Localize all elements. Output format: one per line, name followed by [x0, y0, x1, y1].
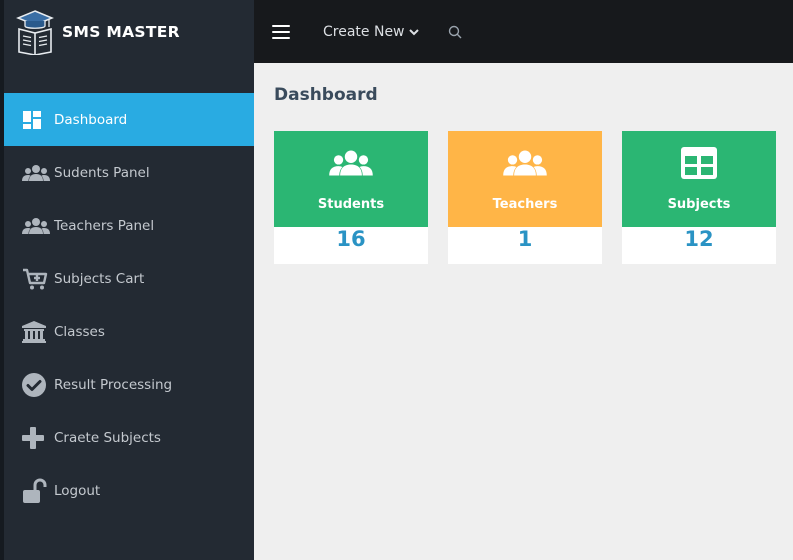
sidebar-item-label: Logout — [54, 482, 101, 499]
sidebar-item-students-panel[interactable]: Sudents Panel — [4, 146, 254, 199]
users-icon — [502, 145, 548, 181]
card-label: Students — [317, 197, 385, 212]
card-footer: 1 — [448, 227, 602, 264]
users-icon — [328, 145, 374, 181]
subjects-card[interactable]: Subjects 12 — [622, 131, 776, 264]
create-new-dropdown[interactable]: Create New — [323, 24, 419, 40]
graduation-book-icon — [16, 9, 54, 55]
card-header: Subjects — [622, 131, 776, 227]
institution-icon — [22, 320, 50, 343]
sidebar-item-label: Sudents Panel — [54, 164, 150, 181]
card-footer: 16 — [274, 227, 428, 264]
sidebar-item-label: Classes — [54, 323, 105, 340]
sidebar-item-dashboard[interactable]: Dashboard — [4, 93, 254, 146]
search-icon[interactable] — [448, 25, 462, 39]
users-icon — [22, 217, 50, 235]
sidebar-item-teachers-panel[interactable]: Teachers Panel — [4, 199, 254, 252]
unlock-icon — [22, 478, 50, 504]
teachers-card[interactable]: Teachers 1 — [448, 131, 602, 264]
card-label: Subjects — [667, 197, 731, 212]
sidebar-item-label: Subjects Cart — [54, 270, 145, 287]
sidebar-item-label: Result Processing — [54, 376, 173, 393]
sidebar-item-label: Craete Subjects — [54, 429, 161, 446]
card-header: Students — [274, 131, 428, 227]
card-value: 16 — [336, 227, 366, 251]
page-title: Dashboard — [274, 85, 378, 105]
users-icon — [22, 164, 50, 182]
sidebar-item-subjects-cart[interactable]: Subjects Cart — [4, 252, 254, 305]
plus-icon — [22, 426, 50, 449]
cart-plus-icon — [22, 267, 50, 291]
card-label: Teachers — [492, 197, 558, 212]
card-header: Teachers — [448, 131, 602, 227]
check-circle-icon — [22, 372, 50, 397]
card-value: 1 — [517, 227, 533, 251]
dashboard-icon — [22, 110, 50, 130]
sidebar-item-result-processing[interactable]: Result Processing — [4, 358, 254, 411]
brand-name: SMS MASTER — [62, 22, 180, 41]
chevron-down-icon — [408, 28, 419, 36]
table-icon — [681, 145, 717, 181]
hamburger-icon[interactable] — [272, 24, 290, 39]
card-value: 12 — [684, 227, 714, 251]
sidebar-item-label: Dashboard — [54, 111, 128, 128]
create-new-label: Create New — [323, 23, 405, 40]
sidebar-nav: Dashboard Sudents Panel Teachers Panel S… — [4, 93, 254, 517]
sidebar-item-logout[interactable]: Logout — [4, 464, 254, 517]
stat-cards: Students 16 Teachers 1 Subjects 12 — [274, 131, 776, 264]
students-card[interactable]: Students 16 — [274, 131, 428, 264]
sidebar: SMS MASTER Dashboard Sudents Panel Teach… — [4, 0, 254, 560]
brand[interactable]: SMS MASTER — [4, 0, 254, 63]
sidebar-item-classes[interactable]: Classes — [4, 305, 254, 358]
sidebar-item-label: Teachers Panel — [54, 217, 155, 234]
card-footer: 12 — [622, 227, 776, 264]
sidebar-item-create-subjects[interactable]: Craete Subjects — [4, 411, 254, 464]
topbar: Create New — [254, 0, 793, 63]
